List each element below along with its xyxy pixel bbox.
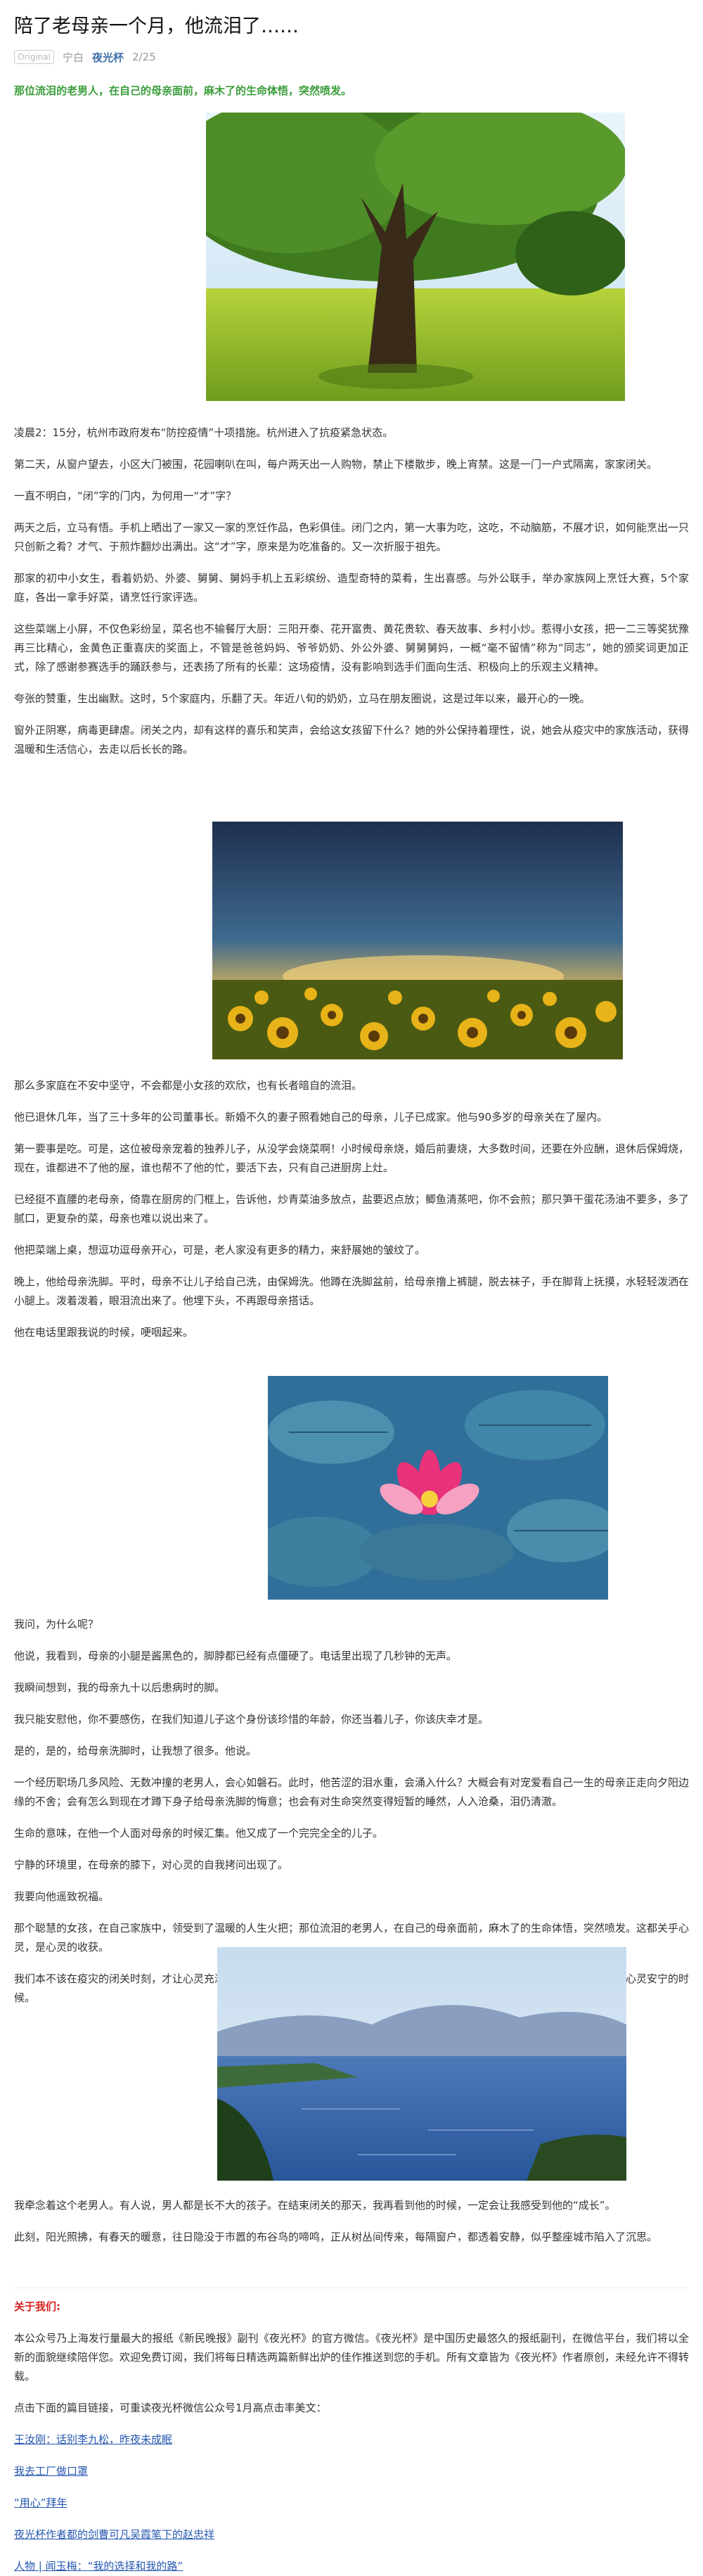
paragraph: 一个经历职场几多风险、无数冲撞的老男人，会心如磐石。此时，他苦涩的泪水重，会涌入… (14, 1776, 690, 1808)
paragraph: 晚上，他给母亲洗脚。平时，母亲不让儿子给自己洗，由保姆洗。他蹲在洗脚盆前，给母亲… (14, 1275, 690, 1307)
lotus-flower-image (268, 1376, 608, 1600)
sunflower-field-image (212, 822, 623, 1059)
paragraph: 这些菜端上小屏，不仅色彩纷呈，菜名也不输餐厅大厨：三阳开泰、花开富贵、黄花贵软、… (14, 623, 690, 673)
article-header: 陪了老母亲一个月，他流泪了…… Original 宁白 夜光杯 2/25 (0, 0, 703, 65)
paragraph: 他说，我看到，母亲的小腿是酱黑色的，脚脖都已经有点僵硬了。电话里出现了几秒钟的无… (14, 1650, 458, 1662)
lake-landscape-image (217, 1947, 626, 2181)
paragraph: 凌晨2：15分，杭州市政府发布“防控疫情”十项措施。杭州进入了抗疫紧急状态。 (14, 426, 394, 439)
links-prompt: 点击下面的篇目链接，可重读夜光杯微信公众号1月高点击率美文： (14, 2402, 327, 2414)
original-badge: Original (14, 50, 54, 64)
article-link[interactable]: 王汝刚：话别李九松，昨夜未成眠 (14, 2433, 172, 2446)
paragraph: 那么多家庭在不安中坚守，不会都是小女孩的欢欣，也有长者暗自的流泪。 (14, 1079, 363, 1092)
tree-image (206, 113, 625, 401)
about-heading: 关于我们: (14, 2300, 60, 2313)
body-section-2: 那么多家庭在不安中坚守，不会都是小女孩的欢欣，也有长者暗自的流泪。 他已退休几年… (14, 1076, 689, 1342)
body-section-1: 凌晨2：15分，杭州市政府发布“防控疫情”十项措施。杭州进入了抗疫紧急状态。 第… (14, 423, 689, 759)
about-section: 关于我们: 本公众号乃上海发行量最大的报纸《新民晚报》副刊《夜光杯》的官方微信。… (14, 2297, 689, 2576)
paragraph: 夸张的赞重，生出幽默。这时，5个家庭内，乐翻了天。年近八旬的奶奶，立马在朋友圈说… (14, 692, 591, 705)
paragraph: 宁静的环境里，在母亲的膝下，对心灵的自我拷问出现了。 (14, 1858, 289, 1871)
paragraph: 他在电话里跟我说的时候，哽咽起来。 (14, 1326, 194, 1339)
author-name: 宁白 (62, 51, 84, 64)
paragraph: 已经挺不直腰的老母亲，倚靠在厨房的门框上，告诉他，炒青菜油多放点，盐要迟点放；鲫… (14, 1193, 690, 1225)
paragraph: 两天之后，立马有悟。手机上晒出了一家又一家的烹饪作品，色彩俱佳。闭门之内，第一大… (14, 521, 690, 553)
paragraph: 我只能安慰他，你不要感伤，在我们知道儿子这个身份该珍惜的年龄，你还当着儿子，你该… (14, 1713, 489, 1726)
paragraph: 他已退休几年，当了三十多年的公司董事长。新婚不久的妻子照看她自己的母亲，儿子已成… (14, 1111, 608, 1123)
lead-paragraph: 那位流泪的老男人，在自己的母亲面前，麻木了的生命体悟，突然喷发。 (14, 84, 352, 97)
paragraph: 是的，是的，给母亲洗脚时，让我想了很多。他说。 (14, 1745, 257, 1757)
body-section-4: 我牵念着这个老男人。有人说，男人都是长不大的孩子。在结束闭关的那天，我再看到他的… (14, 2196, 689, 2247)
paragraph: 我问，为什么呢？ (14, 1618, 99, 1631)
paragraph: 第一要事是吃。可是，这位被母亲宠着的独养儿子，从没学会烧菜啊！小时候母亲烧，婚后… (14, 1142, 690, 1174)
article-title: 陪了老母亲一个月，他流泪了…… (14, 15, 299, 37)
account-name-link[interactable]: 夜光杯 (92, 50, 124, 65)
article-link[interactable]: 我去工厂做口罩 (14, 2465, 88, 2478)
article-link[interactable]: “用心”拜年 (14, 2497, 67, 2509)
article-link[interactable]: 人物 | 闻玉梅：“我的选择和我的路” (14, 2560, 183, 2572)
paragraph: 他把菜端上桌，想逗功逗母亲开心，可是，老人家没有更多的精力，来舒展她的皱纹了。 (14, 1244, 426, 1256)
paragraph: 第二天，从窗户望去，小区大门被围，花园喇叭在叫，每户两天出一人购物，禁止下楼散步… (14, 458, 658, 471)
article-page: 陪了老母亲一个月，他流泪了…… Original 宁白 夜光杯 2/25 那位流… (0, 0, 703, 2572)
article-link[interactable]: 夜光杯作者都的剑曹可凡吴霞笔下的赵忠祥 (14, 2528, 214, 2541)
publish-date: 2/25 (132, 51, 156, 63)
about-text: 本公众号乃上海发行量最大的报纸《新民晚报》副刊《夜光杯》的官方微信。《夜光杯》是… (14, 2332, 690, 2383)
paragraph: 我瞬间想到，我的母亲九十以后患病时的脚。 (14, 1681, 226, 1694)
paragraph: 我要向他遥致祝福。 (14, 1890, 110, 1903)
paragraph: 此刻，阳光照拂，有春天的暖意，往日隐没于市嚣的布谷鸟的啼鸣，正从树丛间传来，每隔… (14, 2231, 658, 2243)
paragraph: 那家的初中小女生，看着奶奶、外婆、舅舅、舅妈手机上五彩缤纷、造型奇特的菜肴，生出… (14, 572, 689, 604)
paragraph: 生命的意味，在他一个人面对母亲的时候汇集。他又成了一个完完全全的儿子。 (14, 1827, 384, 1839)
paragraph: 一直不明白，“闭”字的门内，为何用一“才”字？ (14, 490, 237, 502)
article-meta: Original 宁白 夜光杯 2/25 (14, 49, 689, 65)
paragraph: 窗外正阴寒，病毒更肆虐。闭关之内，却有这样的喜乐和笑声，会给这女孩留下什么？她的… (14, 724, 690, 755)
paragraph: 我牵念着这个老男人。有人说，男人都是长不大的孩子。在结束闭关的那天，我再看到他的… (14, 2199, 616, 2212)
